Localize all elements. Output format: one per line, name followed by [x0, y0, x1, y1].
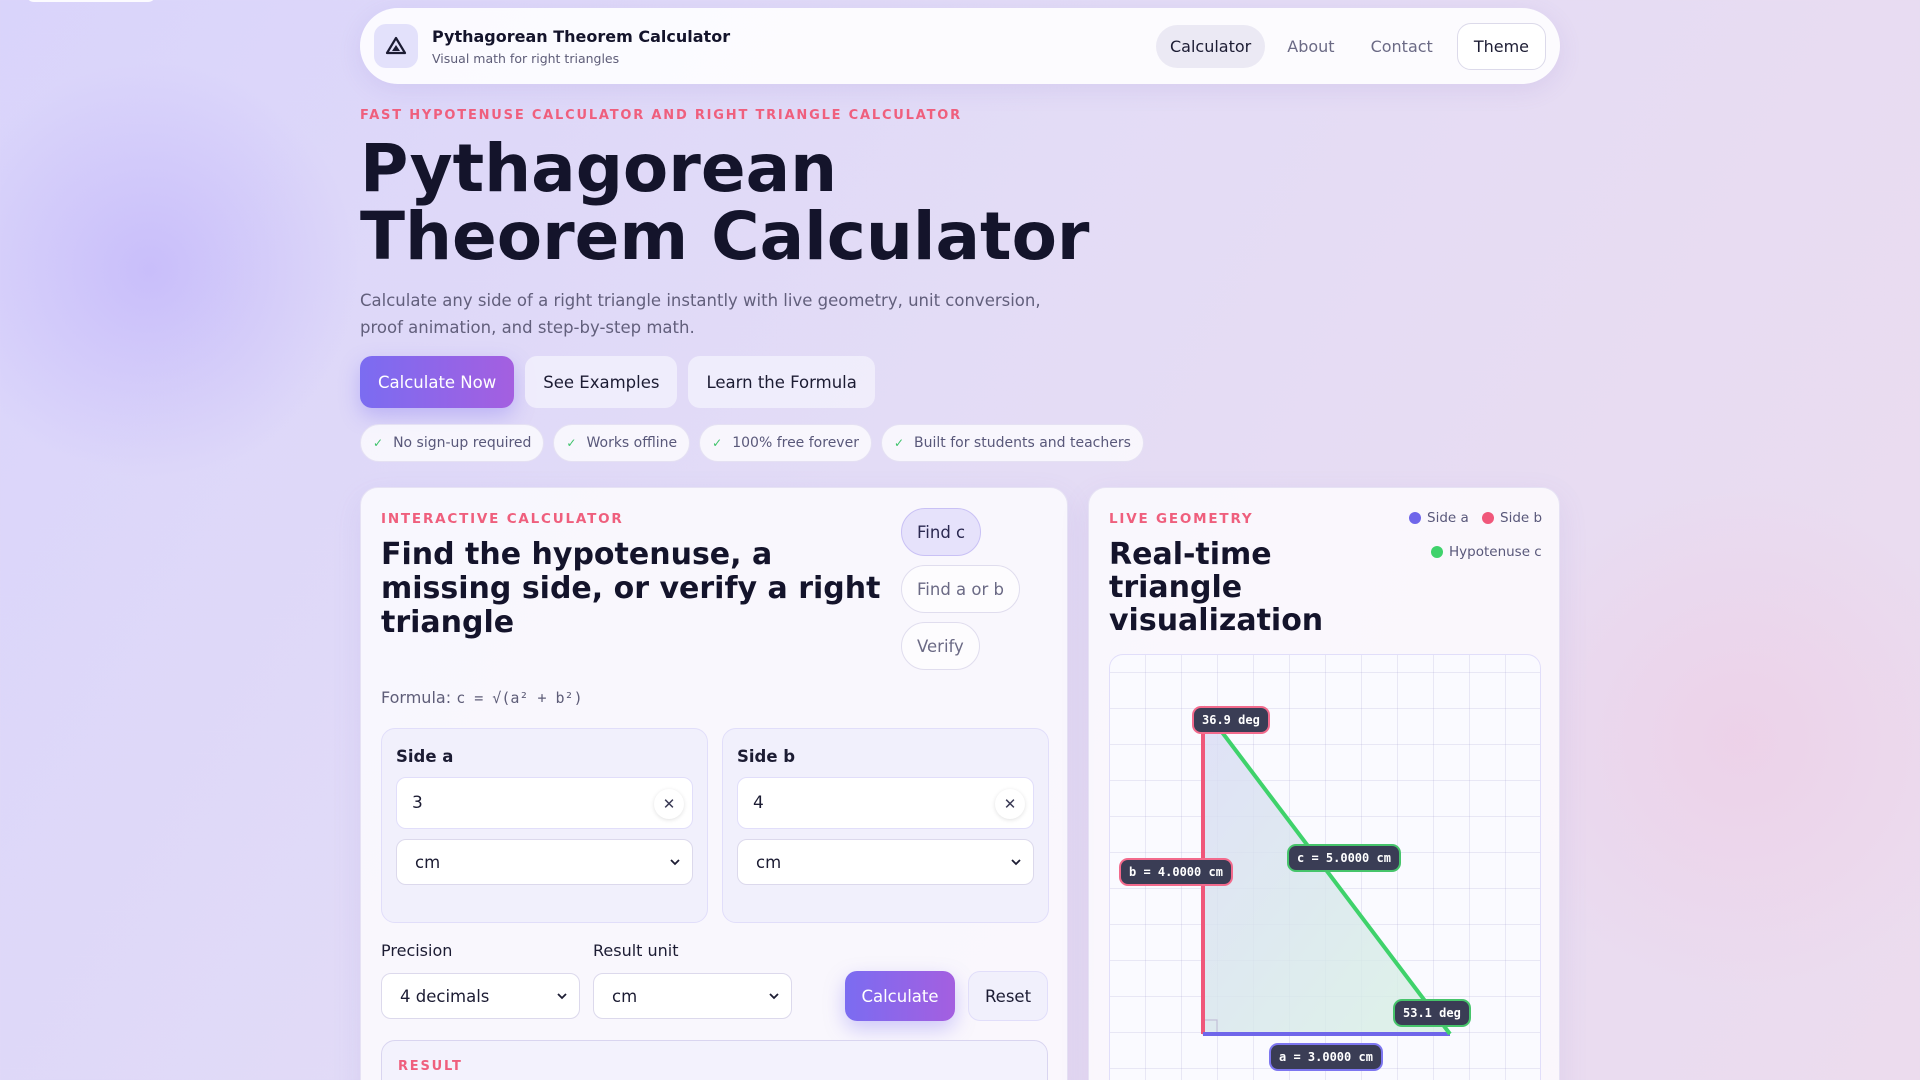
nav-link-contact[interactable]: Contact	[1357, 25, 1447, 68]
side-b-value: 4	[753, 793, 764, 813]
feature-chip: ✓ No sign-up required	[360, 424, 545, 462]
top-navbar: Pythagorean Theorem Calculator Visual ma…	[360, 8, 1560, 84]
brand-title: Pythagorean Theorem Calculator	[432, 26, 731, 46]
result-label: RESULT	[398, 1059, 463, 1074]
nav-link-about[interactable]: About	[1273, 25, 1348, 68]
result-unit-select[interactable]: cm	[593, 973, 792, 1019]
learn-formula-button[interactable]: Learn the Formula	[688, 356, 875, 408]
legend-dot	[1431, 546, 1443, 558]
feature-chip: ✓ 100% free forever	[699, 424, 872, 462]
chevron-down-icon	[769, 993, 779, 1000]
side-b-input[interactable]: 4 ✕	[737, 777, 1034, 829]
mode-find-c-button[interactable]: Find c	[901, 508, 982, 556]
hero-actions: Calculate Now See Examples Learn the For…	[360, 356, 875, 408]
check-icon: ✓	[893, 436, 905, 450]
calculate-button[interactable]: Calculate	[845, 971, 955, 1021]
side-a-input[interactable]: 3 ✕	[396, 777, 693, 829]
side-c-tag: c = 5.0000 cm	[1289, 846, 1399, 870]
formula-label: Formula:	[381, 688, 452, 707]
chip-label: Built for students and teachers	[914, 435, 1131, 451]
legend-label: Side a	[1427, 510, 1469, 526]
side-a-label: Side a	[396, 747, 454, 766]
scroll-stub	[26, 0, 156, 2]
check-icon: ✓	[373, 436, 384, 450]
calculate-now-button[interactable]: Calculate Now	[360, 356, 515, 408]
geometry-eyebrow: LIVE GEOMETRY	[1109, 511, 1254, 527]
calculator-title: Find the hypotenuse, a missing side, or …	[381, 537, 881, 640]
legend-hypotenuse: Hypotenuse c	[1431, 544, 1542, 560]
precision-select[interactable]: 4 decimals	[381, 973, 580, 1019]
hero-eyebrow: FAST HYPOTENUSE CALCULATOR AND RIGHT TRI…	[360, 108, 962, 123]
theme-toggle-button[interactable]: Theme	[1456, 22, 1546, 70]
reset-button[interactable]: Reset	[968, 971, 1048, 1021]
side-b-panel: Side b 4 ✕ cm	[722, 728, 1049, 923]
side-b-tag: b = 4.0000 cm	[1121, 860, 1231, 884]
result-unit-value: cm	[612, 986, 638, 1006]
legend-dot	[1409, 512, 1421, 524]
calculator-eyebrow: INTERACTIVE CALCULATOR	[381, 511, 624, 527]
chevron-down-icon	[557, 993, 567, 1000]
feature-chip: ✓ Works offline	[553, 424, 691, 462]
chevron-down-icon	[1011, 859, 1021, 866]
brand-subtitle: Visual math for right triangles	[432, 50, 620, 66]
result-panel: RESULT	[381, 1040, 1048, 1080]
side-b-unit-select[interactable]: cm	[737, 839, 1034, 885]
legend-side-b: Side b	[1482, 510, 1542, 526]
precision-label: Precision	[381, 941, 453, 960]
hero-title: Pythagorean Theorem Calculator	[360, 130, 1090, 275]
clear-side-b-button[interactable]: ✕	[995, 789, 1025, 819]
close-icon: ✕	[1003, 795, 1017, 813]
result-unit-label: Result unit	[593, 941, 679, 960]
chip-label: No sign-up required	[393, 435, 532, 451]
formula-line: Formula: c = √(a² + b²)	[381, 688, 583, 707]
legend-label: Side b	[1500, 510, 1543, 526]
side-a-unit-value: cm	[415, 852, 441, 872]
chevron-down-icon	[670, 859, 680, 866]
feature-chip: ✓ Built for students and teachers	[880, 424, 1144, 462]
side-b-unit-value: cm	[756, 852, 782, 872]
nav-link-calculator[interactable]: Calculator	[1156, 24, 1266, 68]
precision-value: 4 decimals	[400, 986, 490, 1006]
background-glow	[0, 60, 360, 480]
chip-label: 100% free forever	[732, 435, 859, 451]
triangle-logo-icon[interactable]	[374, 24, 418, 68]
calculator-card: INTERACTIVE CALCULATOR Find the hypotenu…	[360, 487, 1068, 1080]
nav-links: Calculator About Contact Theme	[1156, 22, 1546, 70]
clear-side-a-button[interactable]: ✕	[654, 789, 684, 819]
mode-verify-button[interactable]: Verify	[901, 622, 980, 670]
brand: Pythagorean Theorem Calculator Visual ma…	[432, 27, 730, 66]
side-b-label: Side b	[737, 747, 796, 766]
geometry-title: Real-time triangle visualization	[1109, 537, 1324, 638]
chip-label: Works offline	[586, 435, 678, 451]
mode-find-a-or-b-button[interactable]: Find a or b	[901, 565, 1021, 613]
legend-label: Hypotenuse c	[1449, 544, 1542, 560]
formula-text: c = √(a² + b²)	[456, 689, 583, 707]
close-icon: ✕	[662, 795, 676, 813]
feature-chips: ✓ No sign-up required ✓ Works offline ✓ 100…	[360, 424, 1144, 462]
legend-side-a: Side a	[1409, 510, 1469, 526]
legend-dot	[1482, 512, 1494, 524]
see-examples-button[interactable]: See Examples	[525, 356, 678, 408]
hero-description: Calculate any side of a right triangle i…	[360, 291, 1041, 337]
side-a-value: 3	[412, 793, 423, 813]
geometry-card: LIVE GEOMETRY Real-time triangle visuali…	[1088, 487, 1560, 1080]
side-a-panel: Side a 3 ✕ cm	[381, 728, 708, 923]
check-icon: ✓	[566, 436, 577, 450]
angle-top-tag: 36.9 deg	[1194, 708, 1268, 732]
check-icon: ✓	[712, 436, 723, 450]
angle-bottom-tag: 53.1 deg	[1395, 1001, 1469, 1025]
triangle-canvas[interactable]: 36.9 deg b = 4.0000 cm c = 5.0000 cm 53.…	[1109, 654, 1541, 1080]
side-a-tag: a = 3.0000 cm	[1271, 1045, 1381, 1069]
side-a-unit-select[interactable]: cm	[396, 839, 693, 885]
